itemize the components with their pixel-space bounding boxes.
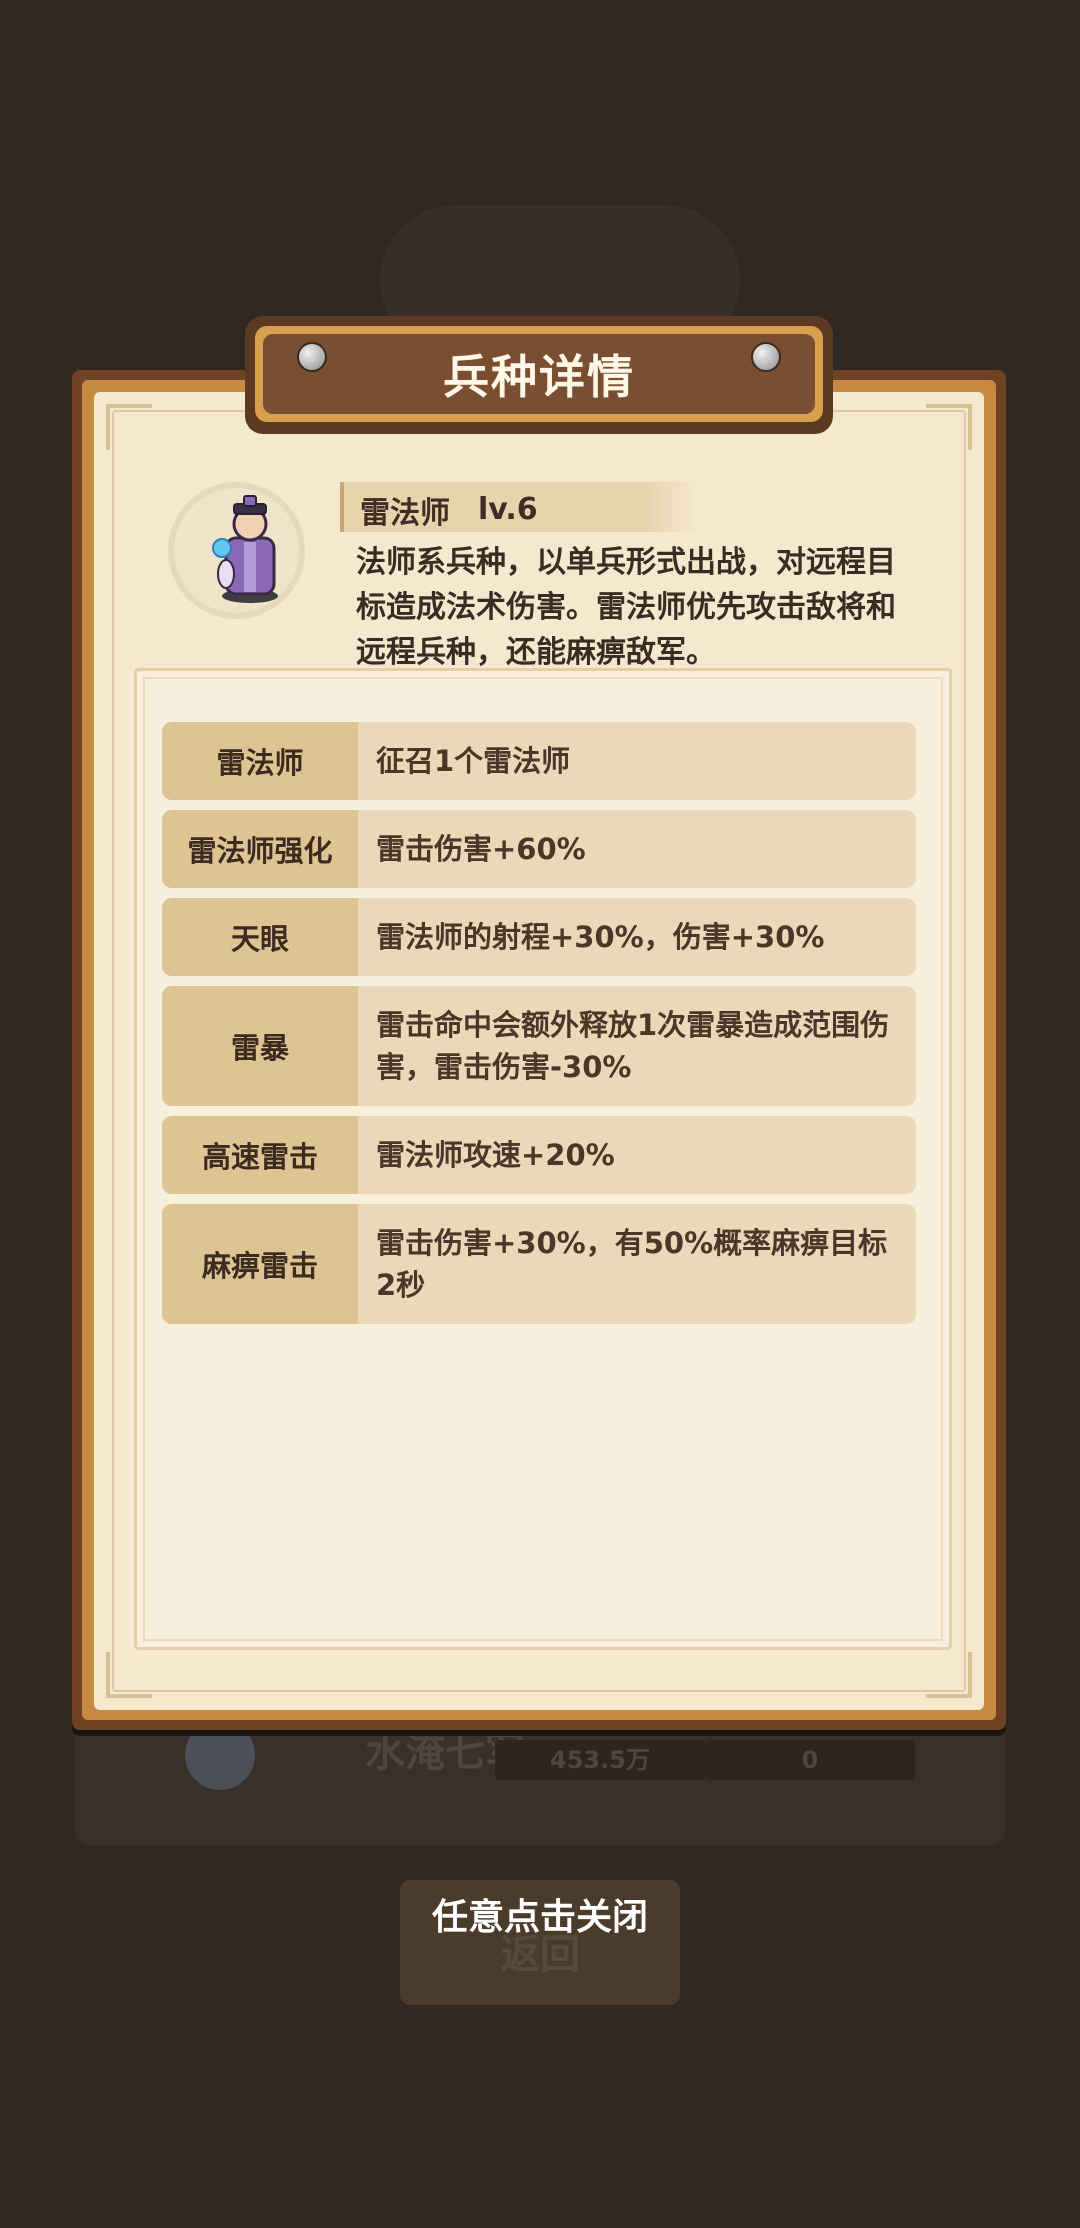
unit-level: lv.6 xyxy=(478,492,538,527)
upgrade-effect: 雷击伤害+30%，有50%概率麻痹目标2秒 xyxy=(376,1226,888,1302)
unit-description: 法师系兵种，以单兵形式出战，对远程目标造成法术伤害。雷法师优先攻击敌将和远程兵种… xyxy=(356,545,896,670)
upgrade-effect: 雷法师的射程+30%，伤害+30% xyxy=(376,920,825,954)
rivet-icon xyxy=(751,342,781,372)
background-row-icon xyxy=(185,1720,255,1790)
upgrade-row: 雷暴 雷击命中会额外释放1次雷暴造成范围伤害，雷击伤害-30% xyxy=(162,986,916,1106)
upgrade-name: 麻痹雷击 xyxy=(162,1204,358,1324)
upgrade-name: 雷暴 xyxy=(162,986,358,1106)
upgrade-effect: 雷法师攻速+20% xyxy=(376,1138,615,1172)
upgrade-list: 雷法师 征召1个雷法师 雷法师强化 雷击伤害+60% 天眼 雷法师的射程+30%… xyxy=(162,722,916,1334)
unit-name: 雷法师 xyxy=(360,496,450,531)
upgrade-effect: 雷击伤害+60% xyxy=(376,832,586,866)
rivet-icon xyxy=(297,342,327,372)
background-row-value: 453.5万 xyxy=(495,1740,705,1780)
thunder-mage-portrait-icon xyxy=(212,495,278,603)
background-row-value: 0 xyxy=(705,1740,915,1780)
upgrade-effect: 雷击命中会额外释放1次雷暴造成范围伤害，雷击伤害-30% xyxy=(376,1008,890,1084)
upgrade-row: 雷法师 征召1个雷法师 xyxy=(162,722,916,800)
upgrade-row: 天眼 雷法师的射程+30%，伤害+30% xyxy=(162,898,916,976)
upgrade-row: 雷法师强化 雷击伤害+60% xyxy=(162,810,916,888)
upgrade-row: 麻痹雷击 雷击伤害+30%，有50%概率麻痹目标2秒 xyxy=(162,1204,916,1324)
upgrade-row: 高速雷击 雷法师攻速+20% xyxy=(162,1116,916,1194)
upgrade-name: 高速雷击 xyxy=(162,1116,358,1194)
title-banner: 兵种详情 xyxy=(245,316,833,434)
upgrade-name: 雷法师 xyxy=(162,722,358,800)
upgrade-name: 天眼 xyxy=(162,898,358,976)
dialog-title: 兵种详情 xyxy=(443,350,635,404)
tap-to-close-hint[interactable]: 任意点击关闭 xyxy=(0,1888,1080,1940)
upgrade-name: 雷法师强化 xyxy=(162,810,358,888)
upgrade-effect: 征召1个雷法师 xyxy=(376,744,571,778)
